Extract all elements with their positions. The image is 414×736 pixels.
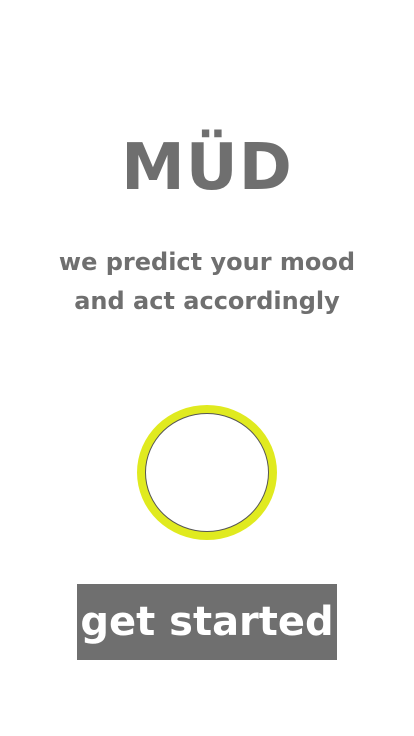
- mood-ring-icon: [137, 405, 277, 540]
- mood-ring-center: [145, 413, 269, 532]
- welcome-screen: MÜD we predict your mood and act accordi…: [0, 0, 414, 736]
- get-started-button[interactable]: get started: [77, 584, 337, 660]
- app-title: MÜD: [121, 131, 293, 205]
- tagline: we predict your mood and act accordingly: [58, 248, 356, 315]
